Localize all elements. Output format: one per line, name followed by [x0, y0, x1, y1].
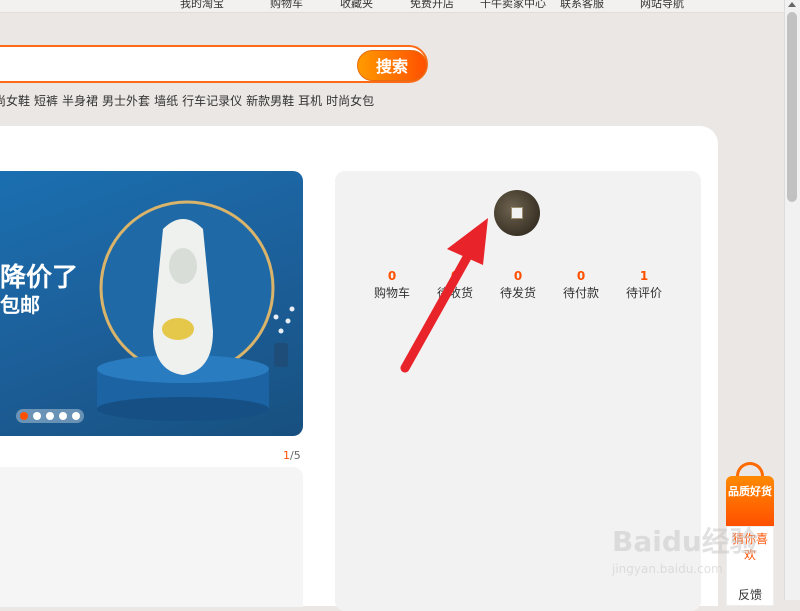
watermark-text: Baidu经验 — [612, 525, 758, 558]
carousel-indicator — [16, 409, 84, 423]
carousel-dot[interactable] — [72, 412, 80, 420]
stat-label: 待收货 — [436, 286, 473, 300]
baidu-watermark: Baidu经验 jingyan.baidu.com — [612, 520, 772, 582]
top-link-open-shop[interactable]: 免费开店 — [410, 0, 454, 11]
carousel-dot[interactable] — [59, 412, 67, 420]
stat-to-review[interactable]: 1 待评价 — [614, 268, 674, 302]
stat-to-ship[interactable]: 0 待发货 — [488, 268, 548, 302]
stat-label: 待评价 — [625, 286, 662, 300]
hotword-link[interactable]: 墙纸 — [154, 94, 178, 108]
carousel-dot[interactable] — [46, 412, 54, 420]
stat-cart[interactable]: 0 购物车 — [362, 268, 422, 302]
banner-subline: 包邮 — [0, 293, 40, 317]
top-link-my-taobao[interactable]: 我的淘宝 — [180, 0, 224, 11]
hotword-link[interactable]: 时尚女包 — [326, 94, 374, 108]
stat-label: 购物车 — [373, 286, 410, 300]
carousel-dot[interactable] — [33, 412, 41, 420]
stat-to-receive[interactable]: 0 待收货 — [425, 268, 485, 302]
stat-count: 1 — [639, 269, 649, 283]
hotword-link[interactable]: 行车记录仪 — [182, 94, 242, 108]
top-link-favorites[interactable]: 收藏夹 — [340, 0, 373, 11]
stat-count: 0 — [450, 269, 460, 283]
avatar-coin-hole — [511, 207, 523, 219]
hotword-link[interactable]: 短裤 — [34, 94, 58, 108]
feedback-link[interactable]: 反馈 — [727, 587, 773, 603]
carousel-dot[interactable] — [20, 412, 28, 420]
search-button[interactable]: 搜索 — [357, 50, 427, 81]
top-link-seller-center[interactable]: 千牛卖家中心 — [480, 0, 546, 11]
user-avatar[interactable] — [494, 190, 540, 236]
banner-artwork — [97, 200, 295, 421]
promo-banner[interactable]: 降价了 包邮 — [0, 171, 303, 436]
stat-count: 0 — [576, 269, 586, 283]
top-nav-bar: 我的淘宝 购物车 收藏夹 免费开店 千牛卖家中心 联系客服 网站导航 — [0, 0, 785, 13]
scrollbar-thumb[interactable] — [787, 12, 797, 202]
stat-count: 0 — [387, 269, 397, 283]
stat-label: 待付款 — [562, 286, 599, 300]
hotword-link[interactable]: 耳机 — [298, 94, 322, 108]
page-scrollbar[interactable] — [784, 0, 800, 600]
top-link-service[interactable]: 联系客服 — [560, 0, 604, 11]
top-link-site-nav[interactable]: 网站导航 — [640, 0, 684, 11]
hotword-link[interactable]: 尚女鞋 — [0, 94, 30, 108]
hotword-link[interactable]: 半身裙 — [62, 94, 98, 108]
pager-current: 1 — [283, 449, 290, 462]
stat-label: 待发货 — [499, 286, 536, 300]
scroll-up-arrow-icon[interactable] — [788, 2, 796, 7]
watermark-url: jingyan.baidu.com — [612, 562, 723, 576]
hotword-link[interactable]: 男士外套 — [102, 94, 150, 108]
top-link-cart[interactable]: 购物车 — [270, 0, 303, 11]
banner-page-counter: 1/5 — [283, 449, 301, 462]
stat-count: 0 — [513, 269, 523, 283]
pager-total: /5 — [290, 449, 301, 462]
hot-search-words: 尚女鞋 短裤 半身裙 男士外套 墙纸 行车记录仪 新款男鞋 耳机 时尚女包 — [0, 92, 378, 109]
hotword-link[interactable]: 新款男鞋 — [246, 94, 294, 108]
lower-left-panel — [0, 467, 303, 607]
quality-goods-tab[interactable]: 品质好货 — [726, 476, 774, 526]
stat-to-pay[interactable]: 0 待付款 — [551, 268, 611, 302]
